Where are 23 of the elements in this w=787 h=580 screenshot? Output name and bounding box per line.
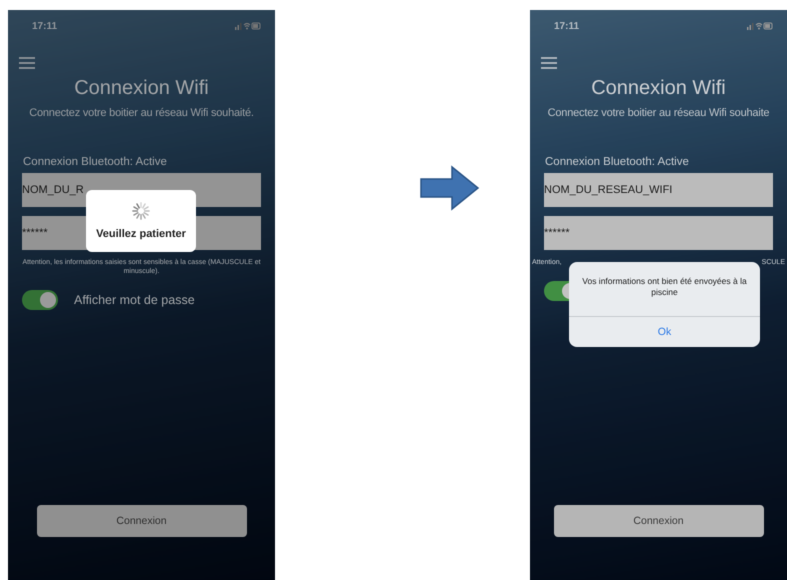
network-name-field[interactable]: NOM_DU_RESEAU_WIFI xyxy=(544,173,773,207)
ok-button[interactable]: Ok xyxy=(569,317,760,347)
show-password-toggle[interactable] xyxy=(22,290,58,310)
toggle-label: Afficher mot de passe xyxy=(74,293,195,308)
password-field[interactable]: ****** xyxy=(544,216,773,250)
page-title: Connexion Wifi xyxy=(73,77,210,100)
bluetooth-status: Connexion Bluetooth: Active xyxy=(545,156,690,168)
menu-icon[interactable] xyxy=(541,57,557,69)
status-icons xyxy=(747,21,773,31)
right-arrow-icon xyxy=(420,165,480,211)
loading-text: Veuillez patienter xyxy=(96,228,186,240)
page-subtitle: Connectez votre boitier au réseau Wifi souhaite xyxy=(546,107,770,119)
status-time: 17:11 xyxy=(32,20,58,32)
loading-spinner-icon xyxy=(132,202,150,220)
alert-message: Vos informations ont bien été envoyées à la piscine xyxy=(569,262,760,317)
page-subtitle: Connectez votre boitier au réseau Wifi souhaité. xyxy=(28,107,255,119)
page-title: Connexion Wifi xyxy=(590,77,727,100)
bluetooth-status: Connexion Bluetooth: Active xyxy=(23,156,168,168)
connect-button[interactable]: Connexion xyxy=(554,505,764,537)
connect-button[interactable]: Connexion xyxy=(36,505,246,537)
status-time: 17:11 xyxy=(554,20,580,32)
menu-icon[interactable] xyxy=(19,57,35,69)
status-icons xyxy=(235,21,261,31)
